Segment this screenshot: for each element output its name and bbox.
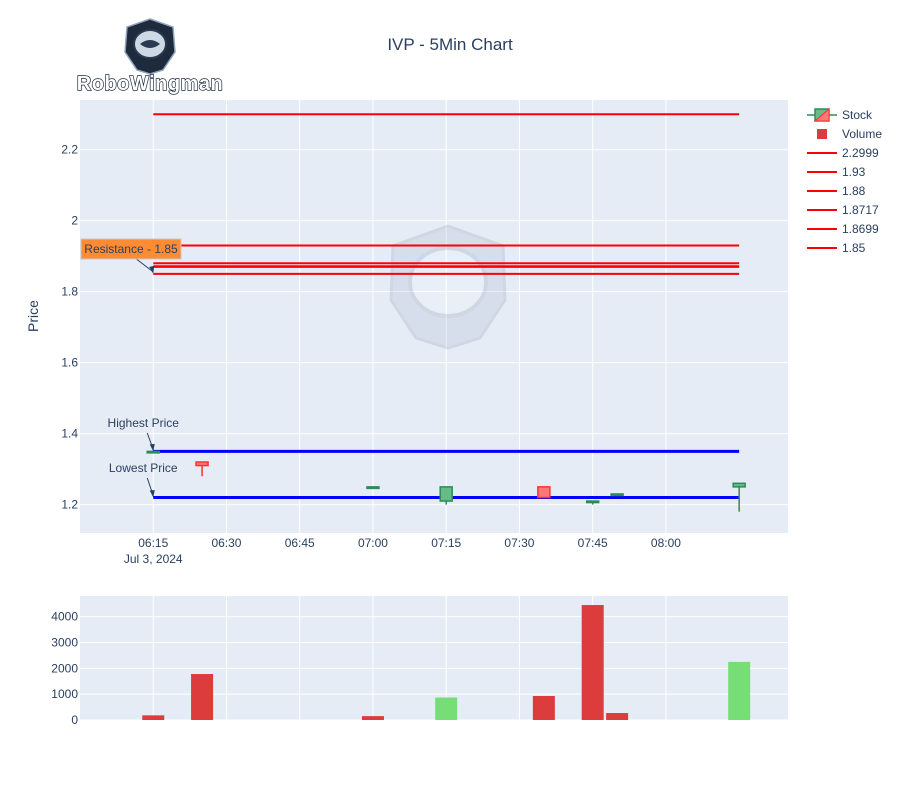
- volume-tick-label: 0: [71, 713, 78, 727]
- candle-body: [195, 461, 209, 467]
- price-tick-label: 1.8: [61, 285, 78, 299]
- legend-label: 1.8717: [842, 203, 879, 217]
- time-tick-label: 07:30: [504, 536, 534, 550]
- legend-item[interactable]: Volume: [817, 127, 882, 141]
- logo-text: RoboWingman: [77, 73, 223, 95]
- volume-bar[interactable]: [191, 674, 214, 720]
- time-tick-label: 07:45: [578, 536, 608, 550]
- time-tick-labels: 06:15 06:30 06:45 07:00 07:15 07:30 07:45 08:00: [138, 536, 681, 550]
- legend-item[interactable]: Stock: [807, 107, 873, 122]
- volume-bar[interactable]: [728, 661, 751, 720]
- volume-bar[interactable]: [435, 697, 458, 720]
- price-tick-label: 2: [71, 214, 78, 228]
- legend-label: 1.88: [842, 184, 866, 198]
- candle-body: [366, 486, 380, 490]
- time-tick-label: 06:15: [138, 536, 168, 550]
- legend[interactable]: Stock Volume 2.2999 1.93 1.88 1.8717 1.8699 1.8…: [807, 107, 882, 255]
- legend-item[interactable]: 1.93: [807, 165, 866, 179]
- candlestick[interactable]: [146, 450, 160, 454]
- chart: RoboWingman IVP - 5Min Chart 1.21.41.61.…: [25, 18, 882, 727]
- price-tick-label: 1.6: [61, 356, 78, 370]
- legend-label: 1.93: [842, 165, 866, 179]
- volume-bar[interactable]: [361, 716, 384, 720]
- candle-body: [585, 500, 600, 504]
- legend-label: Volume: [842, 127, 882, 141]
- volume-bar[interactable]: [606, 713, 629, 720]
- legend-item[interactable]: 1.8699: [807, 222, 879, 236]
- volume-tick-label: 4000: [51, 610, 78, 624]
- time-tick-label: 08:00: [651, 536, 681, 550]
- legend-item[interactable]: 1.8717: [807, 203, 879, 217]
- price-tick-label: 2.2: [61, 143, 78, 157]
- highest-price-label: Highest Price: [108, 416, 180, 430]
- candlestick[interactable]: [537, 486, 551, 499]
- candle-body: [537, 486, 551, 499]
- volume-tick-label: 1000: [51, 687, 78, 701]
- legend-label: Stock: [842, 108, 873, 122]
- legend-item[interactable]: 1.88: [807, 184, 866, 198]
- resistance-label: Resistance - 1.85: [84, 242, 178, 256]
- legend-label: 1.8699: [842, 222, 879, 236]
- legend-volume-symbol: [817, 129, 827, 139]
- volume-tick-labels: 0 1000 2000 3000 4000: [51, 610, 78, 727]
- price-tick-label: 1.4: [61, 427, 78, 441]
- time-tick-label: 07:00: [358, 536, 388, 550]
- volume-bar[interactable]: [142, 715, 165, 720]
- candle-body: [146, 450, 160, 454]
- volume-plot-area: [80, 596, 788, 720]
- candlestick[interactable]: [610, 493, 624, 497]
- candle-body: [732, 482, 746, 488]
- volume-tick-label: 3000: [51, 636, 78, 650]
- candlestick[interactable]: [366, 486, 380, 490]
- candle-body: [610, 493, 624, 497]
- logo: RoboWingman: [76, 18, 223, 96]
- time-tick-label: 06:30: [211, 536, 241, 550]
- candle-body: [439, 486, 453, 502]
- price-axis-title: Price: [25, 300, 41, 332]
- astronaut-helmet-icon: [124, 18, 176, 75]
- legend-item[interactable]: 2.2999: [807, 146, 879, 160]
- date-label: Jul 3, 2024: [124, 552, 183, 566]
- volume-tick-label: 2000: [51, 661, 78, 675]
- price-tick-labels: 1.2 1.4 1.6 1.8 2 2.2: [61, 143, 78, 512]
- legend-label: 2.2999: [842, 146, 879, 160]
- time-tick-label: 07:15: [431, 536, 461, 550]
- chart-title: IVP - 5Min Chart: [387, 35, 513, 54]
- lowest-price-label: Lowest Price: [109, 461, 178, 475]
- volume-bar[interactable]: [581, 605, 604, 720]
- legend-item[interactable]: 1.85: [807, 241, 866, 255]
- legend-label: 1.85: [842, 241, 866, 255]
- volume-bar[interactable]: [532, 695, 555, 720]
- price-tick-label: 1.2: [61, 498, 78, 512]
- time-tick-label: 06:45: [285, 536, 315, 550]
